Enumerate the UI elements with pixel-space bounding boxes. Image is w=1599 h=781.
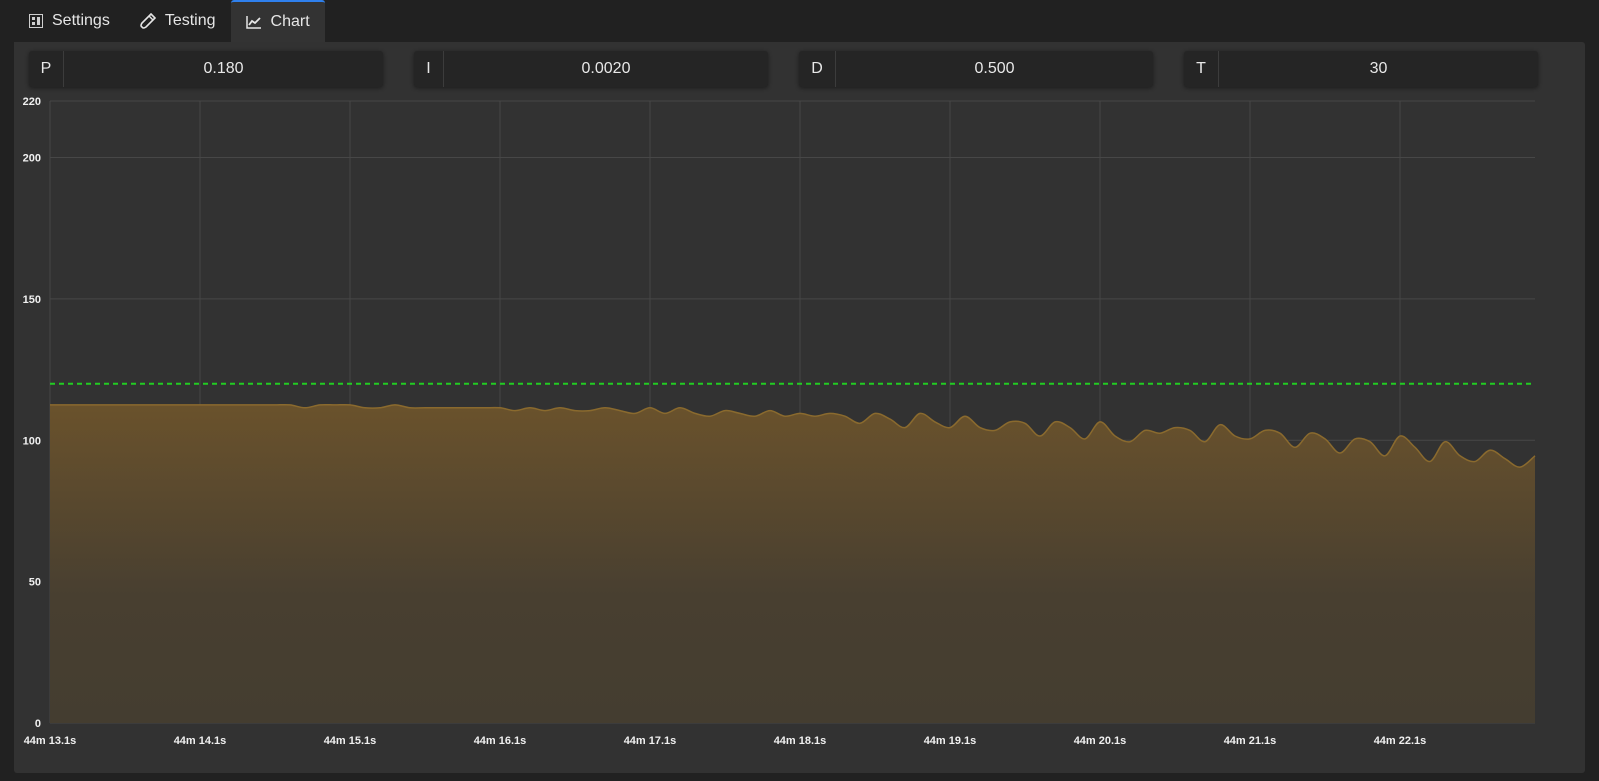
tab-settings-label: Settings [52, 12, 110, 29]
param-i[interactable]: I 0.0020 [414, 51, 768, 87]
tab-bar: Settings Testing Chart [14, 0, 325, 42]
y-tick-label: 50 [29, 577, 41, 589]
tab-testing[interactable]: Testing [125, 0, 231, 42]
y-axis: 0 50 100 150 200 220 [23, 96, 41, 730]
x-tick-label: 44m 21.1s [1224, 735, 1277, 747]
x-tick-label: 44m 18.1s [774, 735, 827, 747]
tab-chart[interactable]: Chart [230, 0, 325, 42]
param-d-key: D [799, 51, 836, 87]
x-tick-label: 44m 17.1s [624, 735, 677, 747]
tab-testing-label: Testing [164, 12, 216, 29]
x-tick-label: 44m 22.1s [1374, 735, 1427, 747]
x-tick-label: 44m 19.1s [924, 735, 977, 747]
line-chart-icon [245, 15, 262, 29]
param-p-key: P [29, 51, 64, 87]
tab-settings[interactable]: Settings [14, 0, 125, 42]
param-t-key: T [1184, 51, 1219, 87]
test-tube-icon [140, 13, 156, 29]
chart-area-layer [50, 403, 1536, 723]
x-tick-label: 44m 13.1s [24, 735, 77, 747]
temperature-chart[interactable]: 0 50 100 150 200 220 44m 13.1s 44m 14.1s 44m 15… [14, 84, 1585, 773]
y-tick-label: 150 [23, 294, 41, 306]
param-t[interactable]: T 30 [1184, 51, 1538, 87]
param-d[interactable]: D 0.500 [799, 51, 1153, 87]
param-p[interactable]: P 0.180 [29, 51, 383, 87]
x-tick-label: 44m 20.1s [1074, 735, 1127, 747]
param-p-value[interactable]: 0.180 [64, 51, 383, 87]
param-i-value[interactable]: 0.0020 [444, 51, 768, 87]
chart-panel: P 0.180 I 0.0020 D 0.500 T 30 0 50 100 150 2… [14, 42, 1585, 773]
param-i-key: I [414, 51, 444, 87]
y-tick-label: 220 [23, 96, 41, 108]
y-tick-label: 200 [23, 153, 41, 165]
settings-icon [29, 14, 43, 28]
y-tick-label: 0 [35, 718, 41, 730]
x-tick-label: 44m 15.1s [324, 735, 377, 747]
tab-chart-label: Chart [270, 13, 310, 30]
y-tick-label: 100 [23, 435, 41, 447]
x-axis: 44m 13.1s 44m 14.1s 44m 15.1s 44m 16.1s 44m … [24, 735, 1427, 747]
param-d-value[interactable]: 0.500 [836, 51, 1153, 87]
x-tick-label: 44m 16.1s [474, 735, 527, 747]
param-t-value[interactable]: 30 [1219, 51, 1538, 87]
series-area [50, 404, 1535, 723]
x-tick-label: 44m 14.1s [174, 735, 227, 747]
